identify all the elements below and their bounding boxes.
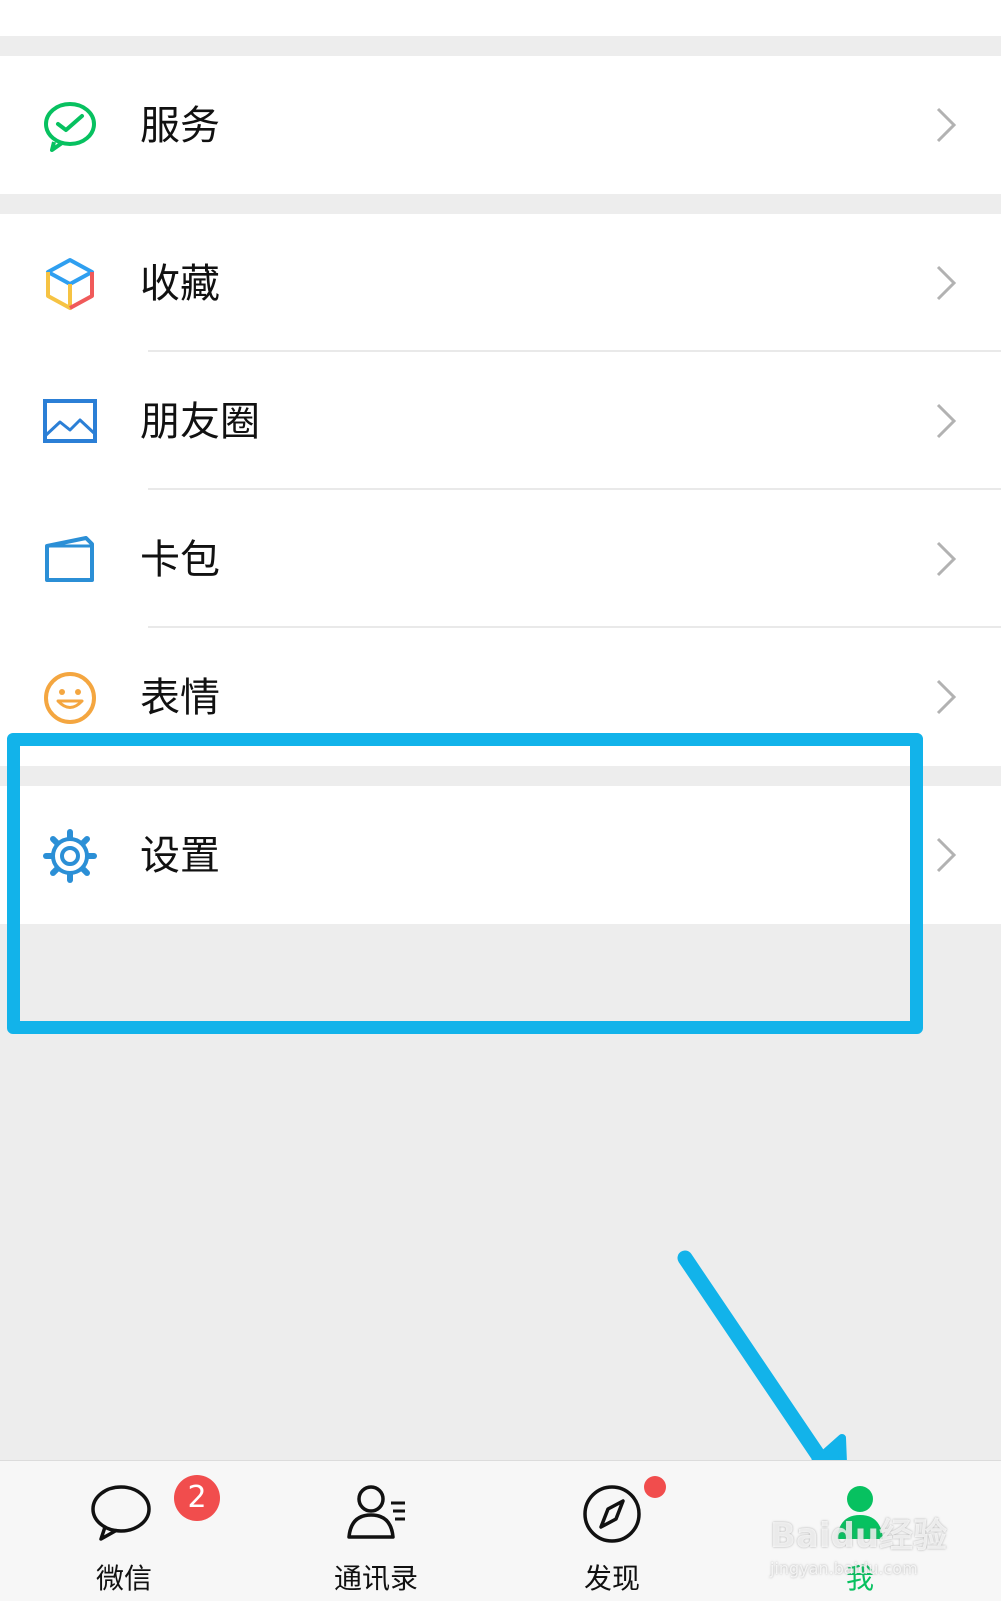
compass-icon: [577, 1479, 647, 1545]
chevron-right-icon: [934, 677, 958, 717]
highlight-annotation-box: [7, 733, 923, 1034]
wallet-icon: [40, 530, 100, 590]
chevron-right-icon: [934, 105, 958, 145]
top-strip: [0, 0, 1001, 36]
chevron-right-icon: [934, 401, 958, 441]
tab-chats[interactable]: 2 微信: [34, 1461, 220, 1601]
watermark-brand: Baidu经验: [770, 1516, 948, 1556]
wechat-pay-icon: [40, 96, 100, 156]
menu-item-moments[interactable]: 朋友圈: [0, 352, 1001, 490]
contacts-icon: [341, 1479, 411, 1545]
chevron-right-icon: [934, 835, 958, 875]
smiley-icon: [40, 668, 100, 728]
watermark-url: jingyan.baidu.com: [770, 1559, 918, 1578]
baidu-watermark: Baidu经验 jingyan.baidu.com: [770, 1508, 970, 1578]
tab-discover[interactable]: 发现: [522, 1461, 702, 1601]
new-content-dot: [644, 1476, 666, 1498]
chevron-right-icon: [934, 263, 958, 303]
picture-icon: [40, 392, 100, 452]
cube-icon: [40, 254, 100, 314]
unread-badge: 2: [174, 1475, 220, 1521]
chat-bubble-icon: [89, 1479, 159, 1545]
menu-label-favorites: 收藏: [140, 261, 220, 307]
menu-label-cards: 卡包: [140, 537, 220, 583]
menu-label-moments: 朋友圈: [140, 399, 260, 445]
tab-label-contacts: 通讯录: [333, 1562, 418, 1595]
tab-label-chats: 微信: [95, 1562, 152, 1595]
tab-label-discover: 发现: [583, 1562, 640, 1595]
tab-contacts[interactable]: 通讯录: [286, 1461, 466, 1601]
menu-label-stickers: 表情: [140, 675, 220, 721]
chevron-right-icon: [934, 539, 958, 579]
menu-item-cards[interactable]: 卡包: [0, 490, 1001, 628]
menu-label-services: 服务: [140, 103, 220, 149]
menu-item-favorites[interactable]: 收藏: [0, 214, 1001, 352]
menu-item-services[interactable]: 服务: [0, 56, 1001, 194]
